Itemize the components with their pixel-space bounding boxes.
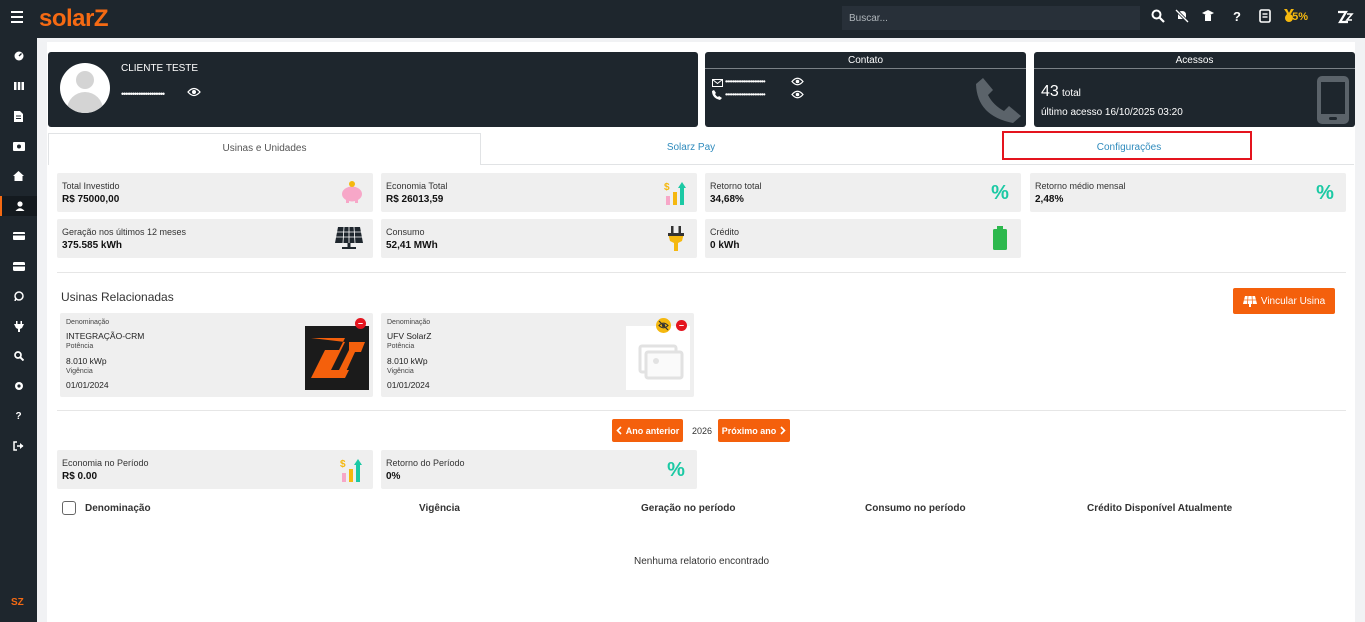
mobile-icon: [1316, 76, 1350, 127]
contact-title: Contato: [705, 52, 1026, 69]
email-eye-icon[interactable]: [791, 77, 804, 89]
piggy-bank-icon: [339, 180, 365, 206]
column-header-geracao[interactable]: Geração no período: [641, 503, 735, 514]
section-title-usinas: Usinas Relacionadas: [61, 290, 174, 304]
hide-icon[interactable]: [656, 318, 671, 333]
usina-name: INTEGRAÇÃO-CRM: [66, 331, 145, 341]
chevron-left-icon: [616, 426, 622, 435]
percent-icon: %: [667, 459, 685, 481]
plug-icon: [663, 226, 689, 252]
stat-credito: Crédito 0 kWh: [705, 219, 1021, 258]
access-count: 43: [1041, 83, 1059, 100]
chevron-right-icon: [780, 426, 786, 435]
search-input[interactable]: [842, 6, 1140, 30]
next-year-button[interactable]: Próximo ano: [718, 419, 790, 442]
usina-name: UFV SolarZ: [387, 331, 432, 341]
solarz-logo-icon[interactable]: [1335, 9, 1355, 25]
empty-table-message: Nenhuma relatorio encontrado: [634, 556, 770, 567]
stat-retorno-total: Retorno total 34,68% %: [705, 173, 1021, 212]
percent-icon: %: [1316, 182, 1334, 204]
email-icon: [712, 78, 723, 90]
usina-logo: [305, 326, 369, 390]
progress-percent[interactable]: 55%: [1286, 11, 1308, 23]
svg-text:$: $: [340, 459, 346, 470]
svg-text:$: $: [664, 182, 670, 193]
card-icon[interactable]: [0, 226, 37, 246]
stat-retorno-periodo: Retorno do Período 0% %: [381, 450, 697, 489]
search-icon[interactable]: [1150, 9, 1166, 25]
checklist-icon[interactable]: [1257, 9, 1273, 25]
phone-watermark-icon: [975, 76, 1023, 127]
highlight-box: [1002, 131, 1252, 160]
access-card: Acessos 43 total último acesso 16/10/202…: [1034, 52, 1355, 127]
stat-retorno-medio: Retorno médio mensal 2,48% %: [1030, 173, 1346, 212]
year-label: 2026: [692, 426, 713, 436]
whatsapp-icon[interactable]: [0, 286, 37, 306]
stat-economia-total: Economia Total R$ 26013,59 $: [381, 173, 697, 212]
notifications-off-icon[interactable]: [1174, 8, 1190, 25]
usina-card[interactable]: Denominação UFV SolarZ Potência 8.010 kW…: [381, 313, 694, 397]
wallet-icon[interactable]: [0, 256, 37, 276]
stat-economia-periodo: Economia no Período R$ 0.00 $: [57, 450, 373, 489]
remove-icon[interactable]: –: [676, 320, 687, 331]
stat-geracao: Geração nos últimos 12 meses 375.585 kWh: [57, 219, 373, 258]
tab-solarz-pay[interactable]: Solarz Pay: [481, 133, 901, 165]
client-name: CLIENTE TESTE: [121, 63, 199, 74]
last-access: último acesso 16/10/2025 03:20: [1041, 107, 1183, 118]
divider: [57, 410, 1346, 411]
money-growth-icon: $: [663, 180, 689, 206]
top-navbar: solarZ ? 55%: [0, 0, 1365, 38]
money-growth-icon: $: [339, 457, 365, 483]
divider: [57, 272, 1346, 273]
sidebar: ? SZ: [0, 38, 37, 622]
user-icon[interactable]: [0, 196, 37, 216]
document-icon[interactable]: [0, 106, 37, 126]
remove-icon[interactable]: –: [355, 318, 366, 329]
select-all-checkbox[interactable]: [62, 501, 76, 515]
app-logo[interactable]: solarZ: [39, 5, 109, 33]
usina-card[interactable]: Denominação INTEGRAÇÃO-CRM Potência 8.01…: [60, 313, 373, 397]
solar-panel-icon: [1242, 295, 1257, 307]
phone-eye-icon[interactable]: [791, 90, 804, 102]
avatar: [60, 63, 110, 113]
tab-usinas[interactable]: Usinas e Unidades: [48, 133, 481, 165]
help-icon[interactable]: ?: [1229, 9, 1245, 25]
solar-panel-icon: [333, 226, 365, 252]
stat-total-investido: Total Investido R$ 75000,00: [57, 173, 373, 212]
column-header-denominacao[interactable]: Denominação: [85, 503, 151, 514]
link-usina-label: Vincular Usina: [1260, 295, 1326, 307]
search-icon[interactable]: [0, 346, 37, 366]
footer-logo: SZ: [11, 597, 24, 608]
column-header-consumo[interactable]: Consumo no período: [865, 503, 966, 514]
menu-icon[interactable]: [11, 11, 23, 23]
stat-consumo: Consumo 52,41 MWh: [381, 219, 697, 258]
column-header-credito[interactable]: Crédito Disponível Atualmente: [1087, 503, 1232, 514]
percent-icon: %: [991, 182, 1009, 204]
help-icon[interactable]: ?: [0, 406, 37, 426]
logout-icon[interactable]: [0, 436, 37, 456]
phone-masked: ••••••••••••••••••••••: [725, 90, 766, 99]
dashboard-icon[interactable]: [0, 46, 37, 66]
home-icon[interactable]: [0, 166, 37, 186]
client-masked-field: ••••••••••••••••••••: [121, 89, 165, 99]
image-placeholder-icon: [626, 326, 690, 390]
access-count-label: total: [1062, 88, 1081, 99]
contact-card: Contato •••••••••••••••••••••• •••••••••…: [705, 52, 1026, 127]
settings-icon[interactable]: [0, 376, 37, 396]
client-card: CLIENTE TESTE ••••••••••••••••••••: [48, 52, 698, 127]
battery-icon: [987, 226, 1013, 252]
graduation-cap-icon[interactable]: [1200, 9, 1216, 25]
phone-icon: [712, 90, 722, 103]
plug-icon[interactable]: [0, 316, 37, 336]
previous-year-button[interactable]: Ano anterior: [612, 419, 683, 442]
email-masked: ••••••••••••••••••••••: [725, 77, 766, 86]
link-usina-button[interactable]: Vincular Usina: [1233, 288, 1335, 314]
column-header-vigencia[interactable]: Vigência: [419, 503, 460, 514]
columns-icon[interactable]: [0, 76, 37, 96]
eye-icon[interactable]: [187, 87, 201, 100]
access-title: Acessos: [1034, 52, 1355, 69]
money-icon[interactable]: [0, 136, 37, 156]
